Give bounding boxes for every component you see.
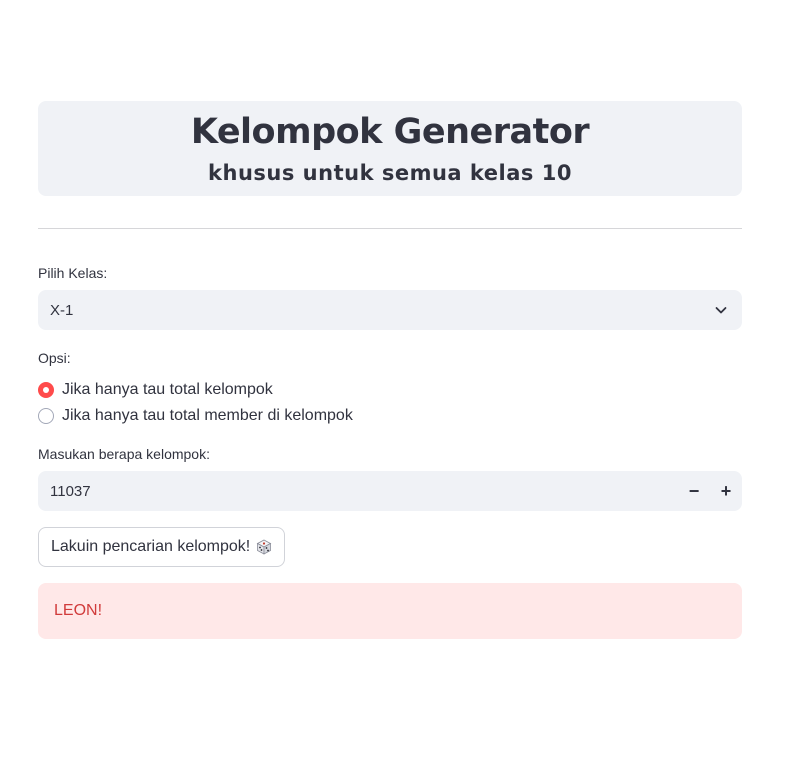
- increment-button[interactable]: +: [710, 471, 742, 511]
- class-select[interactable]: X-1: [38, 290, 742, 330]
- dice-icon: [256, 539, 272, 555]
- generate-groups-label: Lakuin pencarian kelompok!: [51, 538, 251, 555]
- class-select-label: Pilih Kelas:: [38, 265, 108, 281]
- page-title: Kelompok Generator: [190, 112, 590, 152]
- divider: [38, 228, 742, 229]
- result-alert-text: LEON!: [54, 602, 103, 619]
- main-container: Kelompok Generator khusus untuk semua ke…: [38, 101, 742, 639]
- generate-groups-button[interactable]: Lakuin pencarian kelompok!: [38, 527, 286, 567]
- radio-selected[interactable]: [38, 382, 54, 398]
- group-count-field: − +: [38, 471, 742, 511]
- radio-option-label: Jika hanya tau total member di kelompok: [62, 407, 353, 424]
- radio-option-label: Jika hanya tau total kelompok: [62, 381, 273, 398]
- page-subtitle: khusus untuk semua kelas 10: [208, 161, 572, 185]
- result-alert: LEON!: [38, 583, 742, 639]
- radio-option-total-members[interactable]: Jika hanya tau total member di kelompok: [38, 403, 742, 429]
- class-select-value: X-1: [50, 301, 74, 319]
- group-count-input[interactable]: [50, 482, 678, 500]
- header-banner: Kelompok Generator khusus untuk semua ke…: [38, 101, 742, 196]
- radio-unselected[interactable]: [38, 408, 54, 424]
- radio-option-total-groups[interactable]: Jika hanya tau total kelompok: [38, 377, 742, 403]
- options-label: Opsi:: [38, 350, 71, 366]
- options-radio-group: Jika hanya tau total kelompok Jika hanya…: [38, 377, 742, 429]
- decrement-button[interactable]: −: [678, 471, 710, 511]
- group-count-label: Masukan berapa kelompok:: [38, 446, 210, 462]
- chevron-down-icon: [712, 301, 730, 319]
